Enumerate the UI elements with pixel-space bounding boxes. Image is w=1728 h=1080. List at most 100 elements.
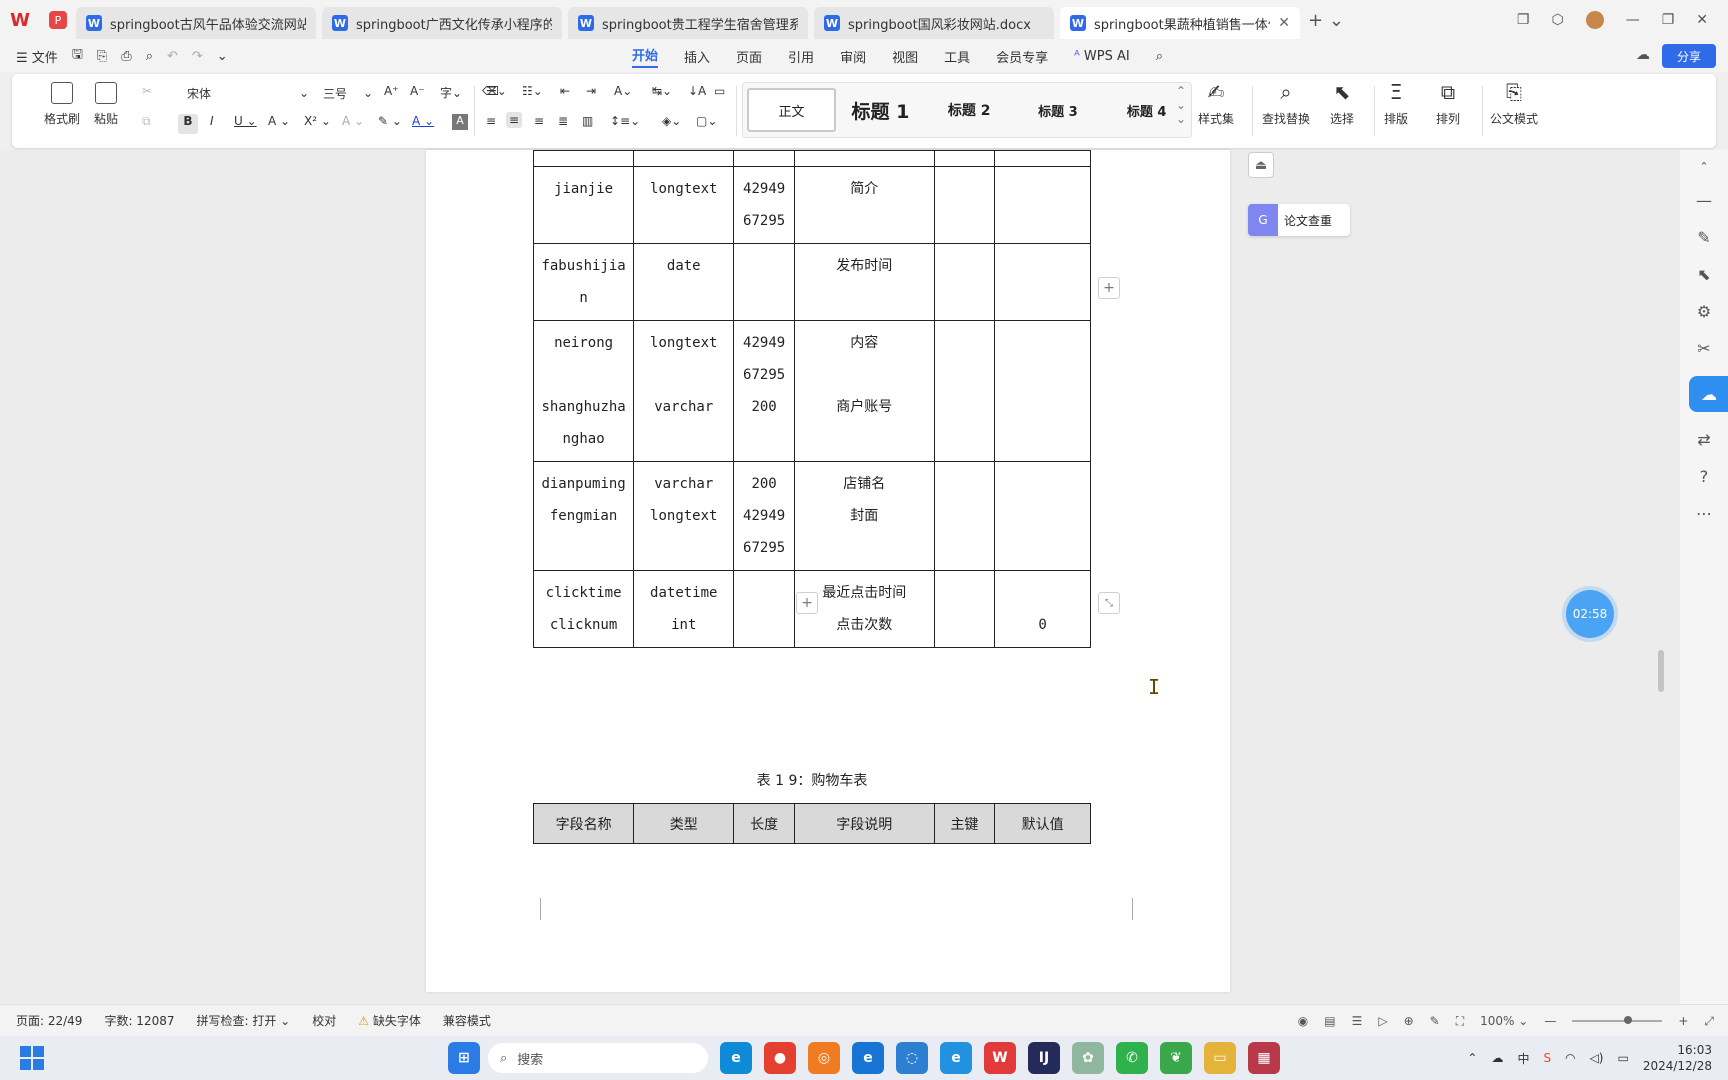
font-size-select[interactable]: 三号 ⌄ bbox=[318, 82, 378, 104]
pen-mode-icon[interactable]: ✎ bbox=[1430, 1014, 1440, 1028]
scroll-up-icon[interactable]: ⌃ bbox=[1699, 160, 1708, 173]
collaborate-icon[interactable]: ☁ bbox=[1689, 376, 1728, 412]
restore-icon[interactable]: ❐ bbox=[1662, 12, 1675, 28]
style-normal[interactable]: 正文 bbox=[747, 88, 837, 132]
menu-vip[interactable]: 会员专享 bbox=[996, 47, 1048, 66]
archive-icon[interactable]: ▦ bbox=[1248, 1042, 1280, 1074]
doc-tab[interactable]: Wspringboot国风彩妆网站.docx bbox=[814, 7, 1054, 39]
underline-button[interactable]: U ⌄ bbox=[234, 114, 257, 128]
edge-alt-icon[interactable]: e bbox=[940, 1042, 972, 1074]
pdf-app-icon[interactable]: P bbox=[40, 0, 76, 40]
edge-icon[interactable]: e bbox=[720, 1042, 752, 1074]
highlight-button[interactable]: ✎ ⌄ bbox=[378, 114, 402, 128]
chinese-layout-icon[interactable]: A⌄ bbox=[614, 84, 632, 98]
border-icon[interactable]: ▢⌄ bbox=[696, 114, 717, 128]
edit-pen-icon[interactable]: ✎ bbox=[1697, 228, 1710, 247]
zoom-in-icon[interactable]: + bbox=[1678, 1014, 1688, 1028]
font-color-button[interactable]: A ⌄ bbox=[412, 114, 434, 128]
fit-icon[interactable]: ⛶ bbox=[1456, 1014, 1464, 1029]
new-tab-button[interactable]: + ⌄ bbox=[1306, 10, 1346, 31]
add-column-button[interactable]: + bbox=[1098, 277, 1120, 299]
proofread[interactable]: 校对 bbox=[312, 1012, 336, 1029]
minus-icon[interactable]: — bbox=[1696, 191, 1712, 210]
align-left-icon[interactable]: ≡ bbox=[486, 114, 496, 128]
show-marks-icon[interactable]: ▭ bbox=[714, 84, 725, 98]
doc-tab[interactable]: Wspringboot广西文化传承小程序的设 bbox=[322, 7, 562, 39]
battery-icon[interactable]: ▭ bbox=[1617, 1051, 1628, 1065]
menu-page[interactable]: 页面 bbox=[736, 47, 762, 66]
line-spacing-icon[interactable]: ↕≡⌄ bbox=[610, 114, 640, 128]
text-direction-icon[interactable]: ↹⌄ bbox=[652, 84, 672, 98]
style-set-button[interactable]: ✍ 样式集 bbox=[1198, 80, 1234, 127]
table-resize-handle[interactable]: ⤡ bbox=[1098, 592, 1120, 614]
doc-tab[interactable]: Wspringboot贵工程学生宿舍管理系统 bbox=[568, 7, 808, 39]
menu-review[interactable]: 审阅 bbox=[840, 47, 866, 66]
folder-icon[interactable]: ▭ bbox=[1204, 1042, 1236, 1074]
bold-button[interactable]: B bbox=[178, 114, 198, 134]
spell-check[interactable]: 拼写检查: 打开 ⌄ bbox=[197, 1012, 291, 1029]
align-center-icon[interactable]: ≡ bbox=[506, 112, 523, 128]
style-heading-3[interactable]: 标题 3 bbox=[1014, 88, 1103, 132]
redo-icon[interactable]: ↷ bbox=[192, 49, 203, 64]
grow-font-icon[interactable]: A⁺ bbox=[384, 84, 399, 98]
official-mode-button[interactable]: ⎘ 公文模式 bbox=[1490, 80, 1538, 127]
phonetic-icon[interactable]: 字⌄ bbox=[440, 84, 462, 101]
text-effect-button[interactable]: A ⌄ bbox=[342, 114, 364, 128]
app-tray-icon[interactable]: S bbox=[1543, 1051, 1551, 1065]
close-tab-icon[interactable]: ✕ bbox=[1278, 15, 1290, 31]
style-heading-2[interactable]: 标题 2 bbox=[925, 88, 1014, 132]
play-icon[interactable]: ▷ bbox=[1378, 1014, 1387, 1028]
firefox-icon[interactable]: ◎ bbox=[808, 1042, 840, 1074]
save-icon[interactable]: 🖫 bbox=[72, 45, 83, 67]
outline-view-icon[interactable]: ☰ bbox=[1352, 1014, 1363, 1028]
menu-home[interactable]: 开始 bbox=[632, 45, 659, 68]
translate-icon[interactable]: ⇄ bbox=[1697, 430, 1710, 449]
tools-icon[interactable]: ✂ bbox=[1697, 339, 1710, 358]
zoom-out-icon[interactable]: — bbox=[1544, 1014, 1556, 1028]
paste-button[interactable]: 粘贴 bbox=[94, 82, 118, 127]
minimize-icon[interactable]: — bbox=[1626, 12, 1640, 28]
clock[interactable]: 16:03 2024/12/28 bbox=[1643, 1042, 1712, 1074]
style-heading-1[interactable]: 标题 1 bbox=[836, 88, 925, 132]
missing-font[interactable]: ⚠ 缺失字体 bbox=[358, 1012, 421, 1029]
format-painter-button[interactable]: 格式刷 bbox=[44, 82, 80, 127]
add-row-button[interactable]: + bbox=[796, 592, 818, 614]
wps-ai-menu[interactable]: ᴬ WPS AI bbox=[1074, 49, 1130, 64]
fullscreen-icon[interactable]: ⤢ bbox=[1704, 1014, 1714, 1029]
browser-icon[interactable]: ◌ bbox=[896, 1042, 928, 1074]
timer-badge[interactable]: 02:58 bbox=[1566, 590, 1614, 638]
more-icon[interactable]: ⋯ bbox=[1696, 504, 1712, 523]
numbering-icon[interactable]: ☷⌄ bbox=[522, 84, 543, 98]
cut-icon[interactable]: ✂ bbox=[142, 84, 152, 98]
strikethrough-button[interactable]: A ⌄ bbox=[268, 114, 290, 128]
vertical-scrollbar[interactable] bbox=[1658, 650, 1664, 692]
paper-check-button[interactable]: G 论文查重 bbox=[1248, 204, 1350, 236]
collapse-icon[interactable]: ⏏ bbox=[1248, 152, 1274, 178]
shading-icon[interactable]: ◈⌄ bbox=[662, 114, 681, 128]
menu-view[interactable]: 视图 bbox=[892, 47, 918, 66]
cloud-icon[interactable]: ☁ bbox=[1491, 1051, 1503, 1065]
outdent-icon[interactable]: ⇤ bbox=[560, 84, 570, 98]
file-menu[interactable]: ☰ 文件 bbox=[16, 47, 58, 66]
ie-icon[interactable]: e bbox=[852, 1042, 884, 1074]
more-chevron-icon[interactable]: ⌄ bbox=[217, 49, 228, 64]
menu-references[interactable]: 引用 bbox=[788, 47, 814, 66]
search-icon[interactable]: ⌕ bbox=[1156, 49, 1163, 64]
eye-icon[interactable]: ◉ bbox=[1298, 1014, 1308, 1028]
layout-icon[interactable]: ❐ bbox=[1517, 12, 1530, 28]
wechat-icon[interactable]: ✆ bbox=[1116, 1042, 1148, 1074]
adjust-icon[interactable]: ⚙ bbox=[1697, 302, 1711, 321]
taskbar-search[interactable]: ⌕ 搜索 bbox=[488, 1043, 708, 1073]
layout-button[interactable]: Ξ 排版 bbox=[1384, 80, 1408, 127]
start-icon[interactable] bbox=[20, 1046, 44, 1070]
print-preview-icon[interactable]: ⌕ bbox=[146, 49, 153, 64]
wps-logo-icon[interactable]: W bbox=[0, 0, 40, 40]
wifi-icon[interactable]: ◠ bbox=[1565, 1051, 1575, 1065]
styles-scroll-icon[interactable]: ⌃ ⌄ ⌄ bbox=[1176, 84, 1186, 126]
avatar[interactable] bbox=[1585, 11, 1604, 29]
word-count[interactable]: 字数: 12087 bbox=[104, 1012, 174, 1029]
wps-icon[interactable]: W bbox=[984, 1042, 1016, 1074]
undo-icon[interactable]: ↶ bbox=[167, 49, 178, 64]
bullets-icon[interactable]: ☰⌄ bbox=[486, 84, 507, 98]
copy-icon[interactable]: ⧉ bbox=[142, 114, 151, 129]
